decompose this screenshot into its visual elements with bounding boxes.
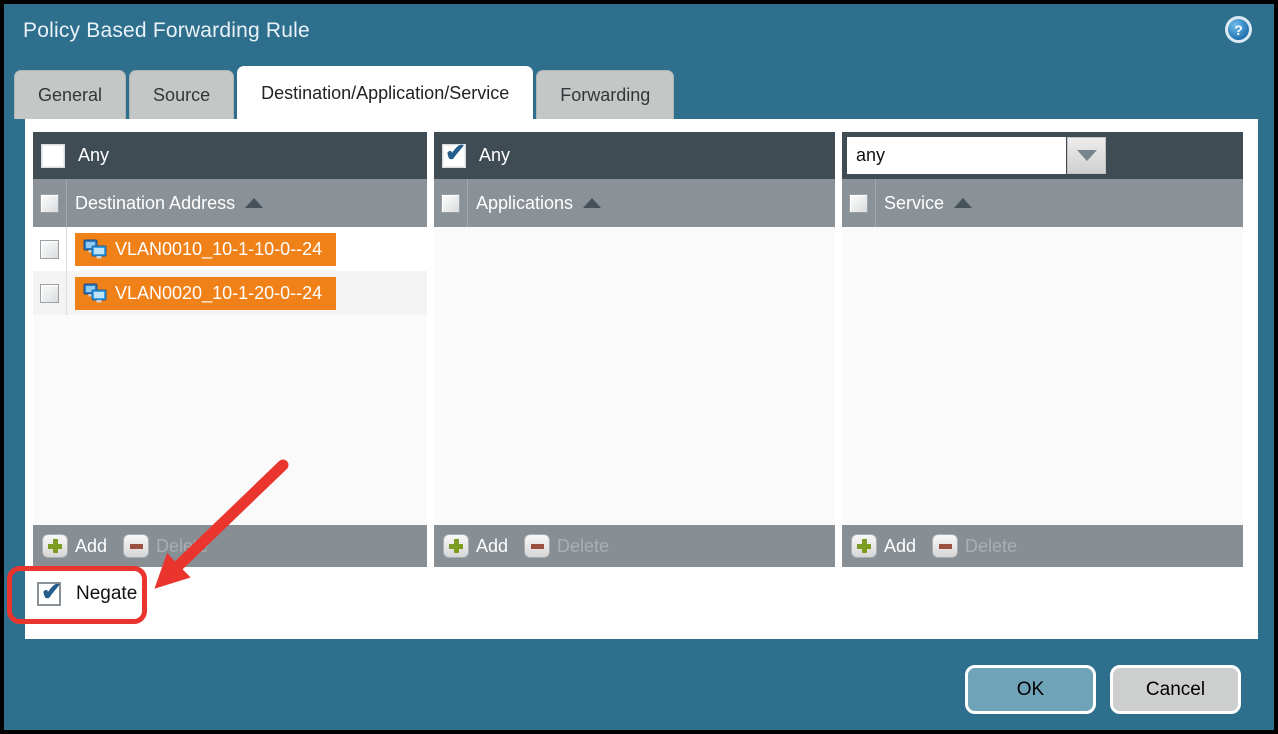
service-column-header[interactable]: Service bbox=[876, 179, 972, 227]
destination-list: VLAN0010_10-1-10-0--24 bbox=[33, 227, 427, 525]
ok-button[interactable]: OK bbox=[965, 665, 1096, 714]
applications-column-header-row: Applications bbox=[434, 179, 835, 227]
sort-ascending-icon bbox=[583, 198, 601, 208]
applications-any-label: Any bbox=[479, 145, 510, 166]
chevron-down-icon bbox=[1077, 150, 1097, 161]
destination-column-header[interactable]: Destination Address bbox=[67, 179, 263, 227]
columns-container: Any Destination Address bbox=[33, 132, 1243, 567]
tab-content-panel: Any Destination Address bbox=[25, 119, 1258, 639]
service-column-header-row: Service bbox=[842, 179, 1243, 227]
applications-delete-button[interactable]: Delete bbox=[524, 534, 609, 558]
destination-row-checkbox[interactable] bbox=[40, 240, 59, 259]
applications-toolbar: Add Delete bbox=[434, 525, 835, 567]
destination-add-button[interactable]: Add bbox=[42, 534, 107, 558]
add-plus-icon bbox=[42, 534, 68, 558]
destination-row: VLAN0010_10-1-10-0--24 bbox=[33, 227, 427, 271]
destination-any-header: Any bbox=[33, 132, 427, 179]
cancel-button[interactable]: Cancel bbox=[1110, 665, 1241, 714]
service-column: any Service bbox=[842, 132, 1243, 567]
destination-column-header-label: Destination Address bbox=[75, 193, 235, 214]
service-select-all-checkbox[interactable] bbox=[849, 194, 868, 213]
help-button[interactable]: ? bbox=[1225, 16, 1252, 43]
service-dropdown-value[interactable]: any bbox=[847, 137, 1066, 174]
destination-delete-button[interactable]: Delete bbox=[123, 534, 208, 558]
applications-column: Any Applications Add bbox=[434, 132, 835, 567]
add-plus-icon bbox=[851, 534, 877, 558]
delete-minus-icon bbox=[932, 534, 958, 558]
service-delete-button[interactable]: Delete bbox=[932, 534, 1017, 558]
destination-any-checkbox[interactable] bbox=[41, 144, 65, 168]
address-object-icon bbox=[83, 239, 107, 260]
negate-row: Negate bbox=[37, 582, 137, 606]
delete-minus-icon bbox=[123, 534, 149, 558]
applications-select-all-checkbox[interactable] bbox=[441, 194, 460, 213]
address-object-chip[interactable]: VLAN0020_10-1-20-0--24 bbox=[75, 277, 336, 310]
applications-any-header: Any bbox=[434, 132, 835, 179]
address-object-label: VLAN0010_10-1-10-0--24 bbox=[115, 239, 322, 260]
applications-column-header[interactable]: Applications bbox=[468, 179, 601, 227]
service-list bbox=[842, 227, 1243, 525]
delete-minus-icon bbox=[524, 534, 550, 558]
destination-address-column: Any Destination Address bbox=[33, 132, 427, 567]
applications-any-checkbox[interactable] bbox=[442, 144, 466, 168]
destination-column-header-row: Destination Address bbox=[33, 179, 427, 227]
add-plus-icon bbox=[443, 534, 469, 558]
destination-toolbar: Add Delete bbox=[33, 525, 427, 567]
applications-column-header-label: Applications bbox=[476, 193, 573, 214]
tab-forwarding[interactable]: Forwarding bbox=[536, 70, 674, 119]
dialog-title: Policy Based Forwarding Rule bbox=[23, 19, 310, 43]
destination-row-checkbox[interactable] bbox=[40, 284, 59, 303]
service-toolbar: Add Delete bbox=[842, 525, 1243, 567]
sort-ascending-icon bbox=[954, 198, 972, 208]
applications-add-button[interactable]: Add bbox=[443, 534, 508, 558]
sort-ascending-icon bbox=[245, 198, 263, 208]
destination-any-label: Any bbox=[78, 145, 109, 166]
address-object-label: VLAN0020_10-1-20-0--24 bbox=[115, 283, 322, 304]
destination-row: VLAN0020_10-1-20-0--24 bbox=[33, 271, 427, 315]
applications-list bbox=[434, 227, 835, 525]
address-object-icon bbox=[83, 283, 107, 304]
negate-label: Negate bbox=[76, 583, 137, 605]
service-dropdown-button[interactable] bbox=[1067, 137, 1106, 174]
service-dropdown[interactable]: any bbox=[847, 137, 1106, 174]
tab-general[interactable]: General bbox=[14, 70, 126, 119]
help-icon: ? bbox=[1228, 19, 1249, 40]
service-column-header-label: Service bbox=[884, 193, 944, 214]
service-add-button[interactable]: Add bbox=[851, 534, 916, 558]
service-dropdown-header: any bbox=[842, 132, 1243, 179]
tab-source[interactable]: Source bbox=[129, 70, 234, 119]
address-object-chip[interactable]: VLAN0010_10-1-10-0--24 bbox=[75, 233, 336, 266]
negate-checkbox[interactable] bbox=[37, 582, 61, 606]
destination-select-all-checkbox[interactable] bbox=[40, 194, 59, 213]
tab-destination-application-service[interactable]: Destination/Application/Service bbox=[237, 66, 533, 119]
tab-bar: General Source Destination/Application/S… bbox=[14, 66, 674, 119]
policy-based-forwarding-dialog: Policy Based Forwarding Rule ? General S… bbox=[4, 4, 1274, 730]
